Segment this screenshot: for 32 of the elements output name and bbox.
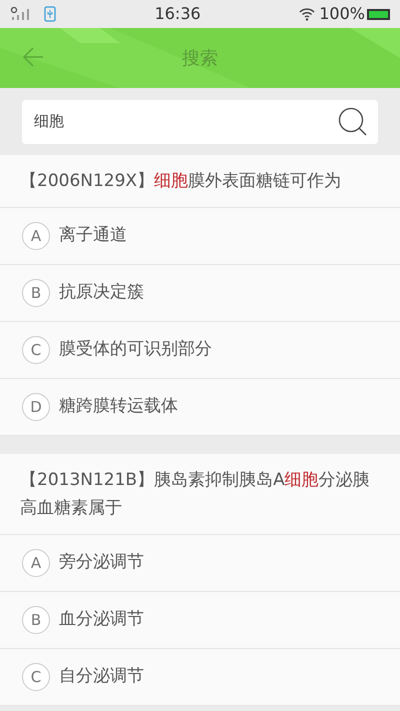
option-letter: B xyxy=(22,606,50,634)
answer-option[interactable]: C 膜受体的可识别部分 xyxy=(0,322,400,379)
answer-option[interactable]: D 糖跨膜转运载体 xyxy=(0,379,400,436)
usb-icon xyxy=(44,6,56,22)
answer-option[interactable]: A 旁分泌调节 xyxy=(0,535,400,592)
battery-icon xyxy=(367,8,390,20)
question-text: 【2013N121B】胰岛素抑制胰岛A细胞分泌胰高血糖素属于 xyxy=(0,454,400,535)
answer-option[interactable]: B 抗原决定簇 xyxy=(0,265,400,322)
battery-level: 100% xyxy=(319,3,365,25)
option-text: 离子通道 xyxy=(59,224,127,248)
answer-option[interactable]: B 血分泌调节 xyxy=(0,592,400,649)
option-letter: D xyxy=(22,393,50,421)
option-letter: A xyxy=(22,549,50,577)
option-letter: B xyxy=(22,279,50,307)
question-text: 【2006N129X】细胞膜外表面糖链可作为 xyxy=(0,155,400,208)
answer-option[interactable]: C 自分泌调节 xyxy=(0,649,400,706)
option-text: 膜受体的可识别部分 xyxy=(59,338,212,362)
answer-option[interactable]: A 离子通道 xyxy=(0,208,400,265)
clock: 16:36 xyxy=(154,3,202,25)
option-text: 抗原决定簇 xyxy=(59,281,144,304)
option-letter: A xyxy=(22,222,50,250)
option-text: 糖跨膜转运载体 xyxy=(59,395,178,418)
wifi-icon xyxy=(299,7,316,21)
option-text: 血分泌调节 xyxy=(59,608,144,632)
signal-icon xyxy=(10,7,32,21)
option-letter: C xyxy=(22,336,50,364)
option-text: 自分泌调节 xyxy=(59,665,144,688)
option-letter: C xyxy=(22,663,50,691)
page-title: 搜索 xyxy=(182,46,218,70)
search-icon[interactable] xyxy=(338,106,368,136)
search-field[interactable]: 细胞 xyxy=(22,100,378,144)
option-text: 旁分泌调节 xyxy=(59,551,144,574)
